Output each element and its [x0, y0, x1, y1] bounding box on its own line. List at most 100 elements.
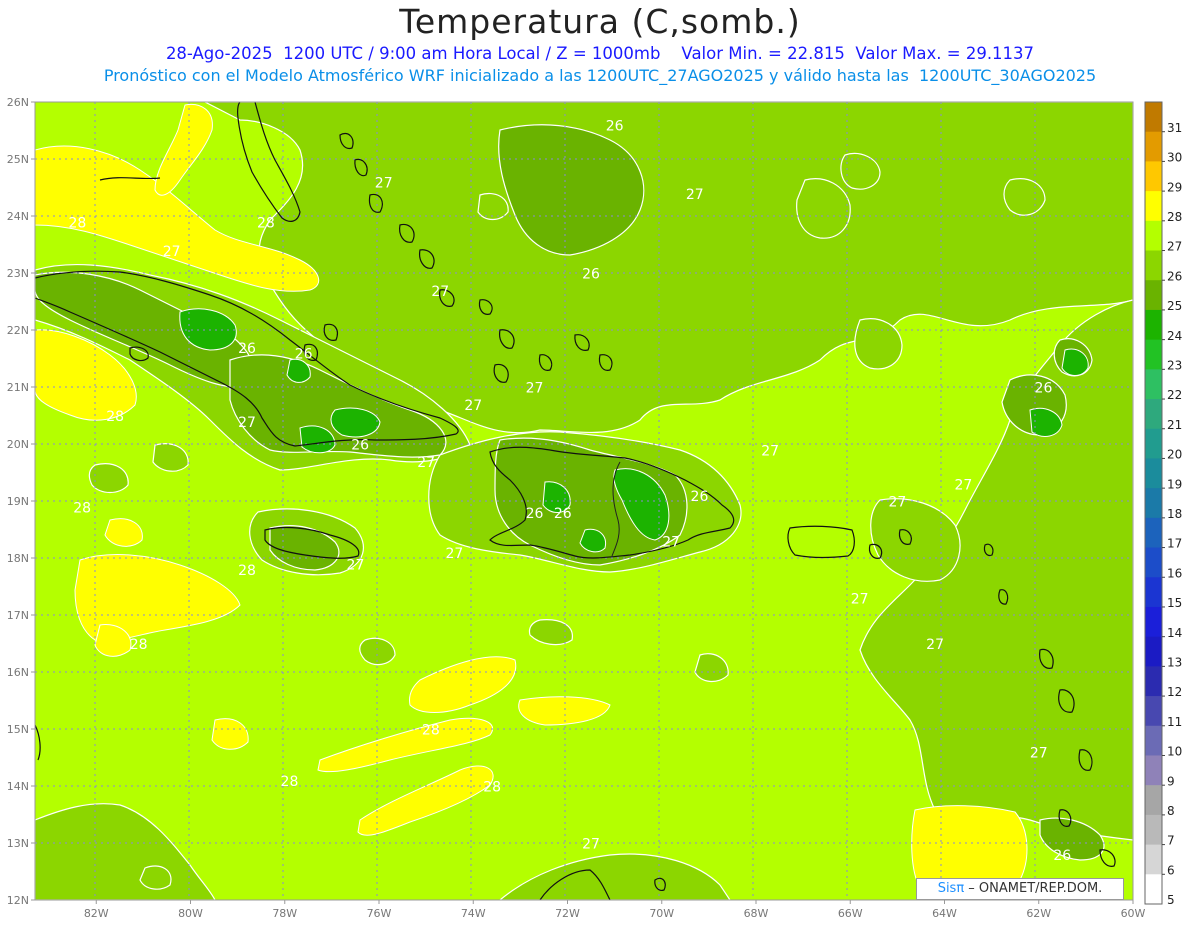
colorbar-label: 22	[1167, 388, 1182, 402]
contour-value-label: 27	[464, 398, 482, 414]
colorbar-label: 26	[1167, 269, 1182, 283]
colorbar-swatch	[1145, 517, 1162, 549]
colorbar-swatch	[1145, 458, 1162, 489]
contour-value-label: 28	[257, 215, 275, 231]
colorbar-label: 28	[1167, 210, 1182, 224]
contour-value-label: 27	[686, 187, 704, 203]
colorbar-swatch	[1145, 428, 1162, 459]
contour-value-label: 26	[351, 438, 369, 454]
lat-label: 19N	[7, 495, 29, 508]
colorbar-swatch	[1145, 399, 1162, 430]
colorbar-label: 9	[1167, 774, 1175, 788]
temperature-map: 26 27 27 28 28 27 26 27 26 26 26 27 27 28 27 26 27 27 26 27…	[7, 96, 1183, 920]
colorbar-label: 23	[1167, 358, 1182, 372]
lon-label: 76W	[367, 907, 392, 920]
colorbar-label: 12	[1167, 685, 1182, 699]
credit-box: Sisπ – ONAMET/REP.DOM.	[916, 878, 1124, 900]
colorbar-swatch	[1145, 844, 1162, 875]
colorbar-swatch	[1145, 250, 1162, 281]
colorbar-label: 6	[1167, 863, 1175, 877]
lat-label: 21N	[7, 381, 29, 394]
colorbar-swatch	[1145, 220, 1162, 252]
lat-label: 18N	[7, 552, 29, 565]
lat-label: 16N	[7, 666, 29, 679]
contour-value-label: 26	[582, 267, 600, 283]
contour-value-label: 26	[1053, 848, 1071, 864]
contour-value-label: 27	[582, 837, 600, 853]
colorbar-label: 21	[1167, 418, 1182, 432]
colorbar-swatch	[1145, 725, 1162, 756]
contour-value-label: 27	[1030, 746, 1048, 762]
colorbar-label: 16	[1167, 566, 1182, 580]
colorbar-label: 24	[1167, 329, 1182, 343]
colorbar-swatch	[1145, 191, 1162, 222]
contour-value-label: 28	[130, 637, 148, 653]
colorbar-label: 5	[1167, 893, 1175, 907]
contour-value-label: 26	[691, 489, 709, 505]
colorbar-swatch	[1145, 309, 1162, 341]
colorbar-label: 20	[1167, 448, 1182, 462]
colorbar-label: 13	[1167, 656, 1182, 670]
colorbar-label: 25	[1167, 299, 1182, 313]
contour-value-label: 28	[68, 215, 86, 231]
colorbar-swatch	[1145, 874, 1162, 905]
lat-label: 17N	[7, 609, 29, 622]
longitude-axis: 82W 80W 78W 76W 74W 72W 70W 68W 66W 64W 62W 60W	[84, 900, 1146, 920]
colorbar-swatch	[1145, 488, 1162, 519]
colorbar-label: 7	[1167, 834, 1175, 848]
colorbar-swatch	[1145, 636, 1162, 667]
contour-value-label: 28	[483, 780, 501, 796]
colorbar-swatch	[1145, 102, 1162, 133]
colorbar-swatch	[1145, 369, 1162, 400]
contour-value-label: 26	[1035, 381, 1053, 397]
colorbar-label: 8	[1167, 804, 1175, 818]
lat-label: 22N	[7, 324, 29, 337]
lon-label: 62W	[1026, 907, 1051, 920]
contour-value-label: 27	[851, 592, 869, 608]
lon-label: 64W	[932, 907, 957, 920]
lon-label: 68W	[744, 907, 769, 920]
lat-label: 24N	[7, 210, 29, 223]
contour-value-label: 27	[662, 535, 680, 551]
lon-label: 82W	[84, 907, 109, 920]
contour-value-label: 28	[73, 500, 91, 516]
sispi-logo-text: Sisπ	[937, 881, 965, 896]
lat-label: 12N	[7, 894, 29, 907]
contour-value-label: 27	[926, 637, 944, 653]
lon-label: 66W	[838, 907, 863, 920]
colorbar-label: 17	[1167, 537, 1182, 551]
colorbar-label: 11	[1167, 715, 1182, 729]
colorbar-swatch	[1145, 339, 1162, 370]
colorbar-label: 30	[1167, 151, 1182, 165]
colorbar-swatch	[1145, 161, 1162, 192]
colorbar-label: 31	[1167, 121, 1182, 135]
lon-label: 72W	[555, 907, 580, 920]
colorbar-swatch	[1145, 814, 1162, 846]
lat-label: 23N	[7, 267, 29, 280]
colorbar-label: 18	[1167, 507, 1182, 521]
latitude-axis: 26N 25N 24N 23N 22N 21N 20N 19N 18N 17N 16N 15N 14N 1…	[7, 96, 35, 907]
contour-value-label: 27	[375, 176, 393, 192]
lon-label: 70W	[649, 907, 674, 920]
contour-value-label: 28	[106, 409, 124, 425]
contour-value-label: 27	[417, 455, 435, 471]
lon-label: 80W	[178, 907, 203, 920]
contour-value-label: 27	[238, 415, 256, 431]
contour-value-label: 26	[606, 119, 624, 135]
colorbar-swatch	[1145, 666, 1162, 697]
colorbar-swatch	[1145, 131, 1162, 162]
contour-value-label: 26	[238, 341, 256, 357]
lat-label: 26N	[7, 96, 29, 109]
contour-value-label: 27	[445, 546, 463, 562]
credit-org: – ONAMET/REP.DOM.	[964, 881, 1103, 896]
colorbar-label: 27	[1167, 240, 1182, 254]
contour-value-label: 27	[347, 557, 365, 573]
contour-value-label: 27	[954, 478, 972, 494]
colorbar-swatch	[1145, 696, 1162, 727]
contour-value-label: 28	[281, 774, 299, 790]
lon-label: 74W	[461, 907, 486, 920]
lat-label: 25N	[7, 153, 29, 166]
lon-label: 60W	[1121, 907, 1146, 920]
colorbar-label: 29	[1167, 180, 1182, 194]
lon-label: 78W	[272, 907, 297, 920]
